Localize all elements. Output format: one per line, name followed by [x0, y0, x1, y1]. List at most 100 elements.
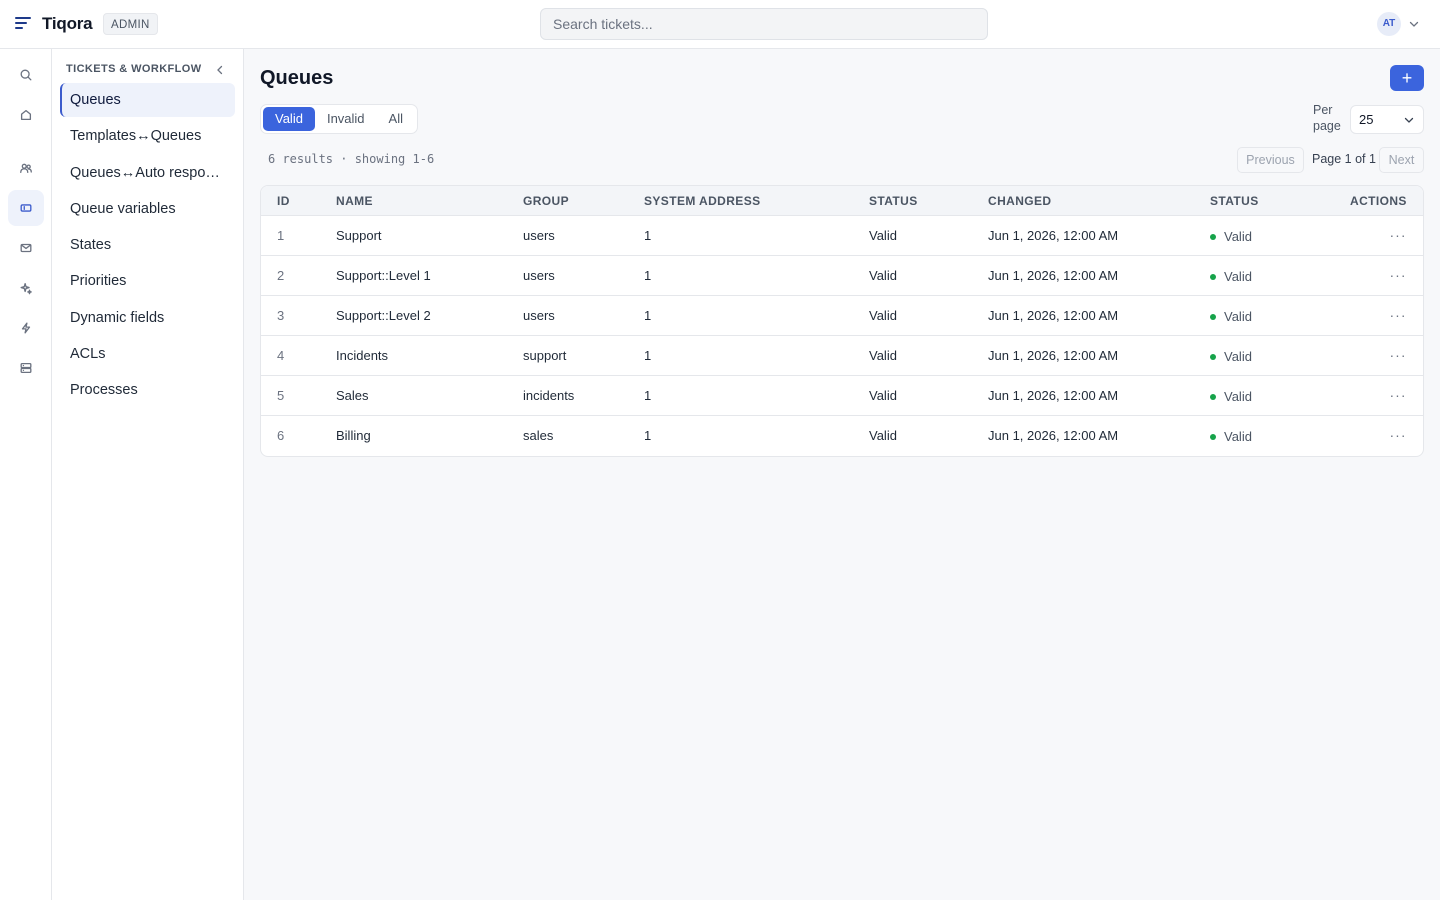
valid-status-dot	[1210, 314, 1216, 320]
icon-rail	[0, 49, 52, 900]
cell-id: 5	[277, 388, 285, 403]
cell-system-address: 1	[644, 268, 652, 283]
collapse-sidebar-icon[interactable]	[214, 64, 226, 76]
column-header-group[interactable]: GROUP	[523, 186, 569, 216]
table-row[interactable]: 1 Support users 1 Valid Jun 1, 2026, 12:…	[261, 216, 1423, 256]
rail-system-button[interactable]	[8, 350, 44, 386]
ticket-icon	[20, 204, 32, 212]
user-avatar[interactable]: AT	[1377, 12, 1401, 36]
filter-invalid-button[interactable]: Invalid	[315, 107, 377, 131]
cell-status: Valid	[869, 308, 897, 323]
home-icon	[20, 109, 32, 121]
sparkle-icon	[20, 282, 32, 295]
sidebar-item-dynamic-fields[interactable]: Dynamic fields	[60, 301, 235, 335]
validity-text: Valid	[1224, 269, 1252, 284]
sidebar-item-queue-variables[interactable]: Queue variables	[60, 192, 235, 226]
next-page-button[interactable]: Next	[1379, 147, 1424, 173]
sidebar-item-templates-queues[interactable]: Templates↔Queues	[60, 119, 235, 153]
column-header-name[interactable]: NAME	[336, 186, 373, 216]
brand-name[interactable]: Tiqora	[42, 14, 93, 34]
cell-name[interactable]: Support	[336, 216, 382, 256]
search-icon	[20, 69, 32, 81]
validity-text: Valid	[1224, 389, 1252, 404]
filter-valid-button[interactable]: Valid	[263, 107, 315, 131]
column-header-system-address[interactable]: SYSTEM ADDRESS	[644, 186, 761, 216]
row-actions-more-icon[interactable]: ···	[1388, 296, 1408, 334]
section-sidebar: TICKETS & WORKFLOW Queues Templates↔Queu…	[52, 49, 244, 900]
menu-logo-icon[interactable]	[15, 16, 31, 30]
valid-status-dot	[1210, 354, 1216, 360]
sidebar-item-processes[interactable]: Processes	[60, 373, 235, 407]
table-row[interactable]: 6 Billing sales 1 Valid Jun 1, 2026, 12:…	[261, 416, 1423, 456]
cell-name[interactable]: Billing	[336, 416, 371, 456]
sidebar-item-queues-auto-responses[interactable]: Queues↔Auto responses	[60, 156, 235, 190]
search-input[interactable]	[541, 9, 987, 39]
table-row[interactable]: 5 Sales incidents 1 Valid Jun 1, 2026, 1…	[261, 376, 1423, 416]
rail-home-button[interactable]	[8, 97, 44, 133]
cell-system-address: 1	[644, 388, 652, 403]
cell-system-address: 1	[644, 308, 652, 323]
per-page-select[interactable]: 25	[1350, 105, 1424, 134]
cell-name[interactable]: Incidents	[336, 336, 388, 376]
sidebar-item-acls[interactable]: ACLs	[60, 337, 235, 371]
per-page-value: 25	[1359, 112, 1374, 127]
column-header-validity[interactable]: STATUS	[1210, 186, 1259, 216]
rail-mail-button[interactable]	[8, 230, 44, 266]
row-actions-more-icon[interactable]: ···	[1388, 376, 1408, 414]
cell-group: incidents	[523, 388, 575, 403]
rail-automation-button[interactable]	[8, 270, 44, 306]
table-header: ID NAME GROUP SYSTEM ADDRESS STATUS CHAN…	[261, 186, 1423, 216]
sidebar-item-priorities[interactable]: Priorities	[60, 264, 235, 298]
filter-all-button[interactable]: All	[377, 107, 415, 131]
column-header-id[interactable]: ID	[277, 186, 290, 216]
admin-badge: ADMIN	[103, 13, 158, 35]
cell-id: 4	[277, 348, 285, 363]
row-actions-more-icon[interactable]: ···	[1388, 336, 1408, 374]
cell-validity-badge: Valid	[1210, 377, 1252, 417]
cell-validity-badge: Valid	[1210, 257, 1252, 297]
queues-table: ID NAME GROUP SYSTEM ADDRESS STATUS CHAN…	[260, 185, 1424, 457]
search-box[interactable]	[540, 8, 988, 40]
per-page-label: Per page	[1313, 103, 1341, 133]
sidebar-item-queues[interactable]: Queues	[60, 83, 235, 117]
page-title: Queues	[260, 67, 334, 89]
validity-filter: Valid Invalid All	[260, 104, 418, 134]
row-actions-more-icon[interactable]: ···	[1388, 256, 1408, 294]
validity-text: Valid	[1224, 429, 1252, 444]
cell-name[interactable]: Sales	[336, 376, 369, 416]
cell-status: Valid	[869, 268, 897, 283]
cell-changed: Jun 1, 2026, 12:00 AM	[988, 388, 1119, 403]
cell-validity-badge: Valid	[1210, 417, 1252, 456]
rail-users-button[interactable]	[8, 150, 44, 186]
chevron-down-icon	[1404, 117, 1414, 123]
row-actions-more-icon[interactable]: ···	[1388, 416, 1408, 454]
table-row[interactable]: 4 Incidents support 1 Valid Jun 1, 2026,…	[261, 336, 1423, 376]
table-body: 1 Support users 1 Valid Jun 1, 2026, 12:…	[261, 216, 1423, 456]
validity-text: Valid	[1224, 229, 1252, 244]
cell-group: support	[523, 348, 567, 363]
cell-group: users	[523, 268, 555, 283]
rail-tickets-button[interactable]	[8, 190, 44, 226]
validity-text: Valid	[1224, 349, 1252, 364]
column-header-changed[interactable]: CHANGED	[988, 186, 1051, 216]
table-row[interactable]: 3 Support::Level 2 users 1 Valid Jun 1, …	[261, 296, 1423, 336]
cell-name[interactable]: Support::Level 2	[336, 296, 431, 336]
results-summary: 6 results · showing 1-6	[268, 152, 435, 166]
sidebar-item-states[interactable]: States	[60, 228, 235, 262]
cell-name[interactable]: Support::Level 1	[336, 256, 431, 296]
add-queue-button[interactable]: +	[1390, 65, 1424, 91]
valid-status-dot	[1210, 394, 1216, 400]
column-header-status[interactable]: STATUS	[869, 186, 918, 216]
chevron-down-icon[interactable]	[1408, 18, 1420, 30]
column-header-actions: ACTIONS	[1350, 194, 1407, 208]
rail-events-button[interactable]	[8, 310, 44, 346]
row-actions-more-icon[interactable]: ···	[1388, 216, 1408, 254]
rail-search-button[interactable]	[8, 57, 44, 93]
table-row[interactable]: 2 Support::Level 1 users 1 Valid Jun 1, …	[261, 256, 1423, 296]
main-content: Queues + Valid Invalid All Per page 25 6…	[244, 49, 1440, 900]
previous-page-button[interactable]: Previous	[1237, 147, 1304, 173]
cell-system-address: 1	[644, 348, 652, 363]
cell-id: 2	[277, 268, 285, 283]
cell-id: 3	[277, 308, 285, 323]
page-indicator: Page 1 of 1	[1312, 152, 1376, 166]
